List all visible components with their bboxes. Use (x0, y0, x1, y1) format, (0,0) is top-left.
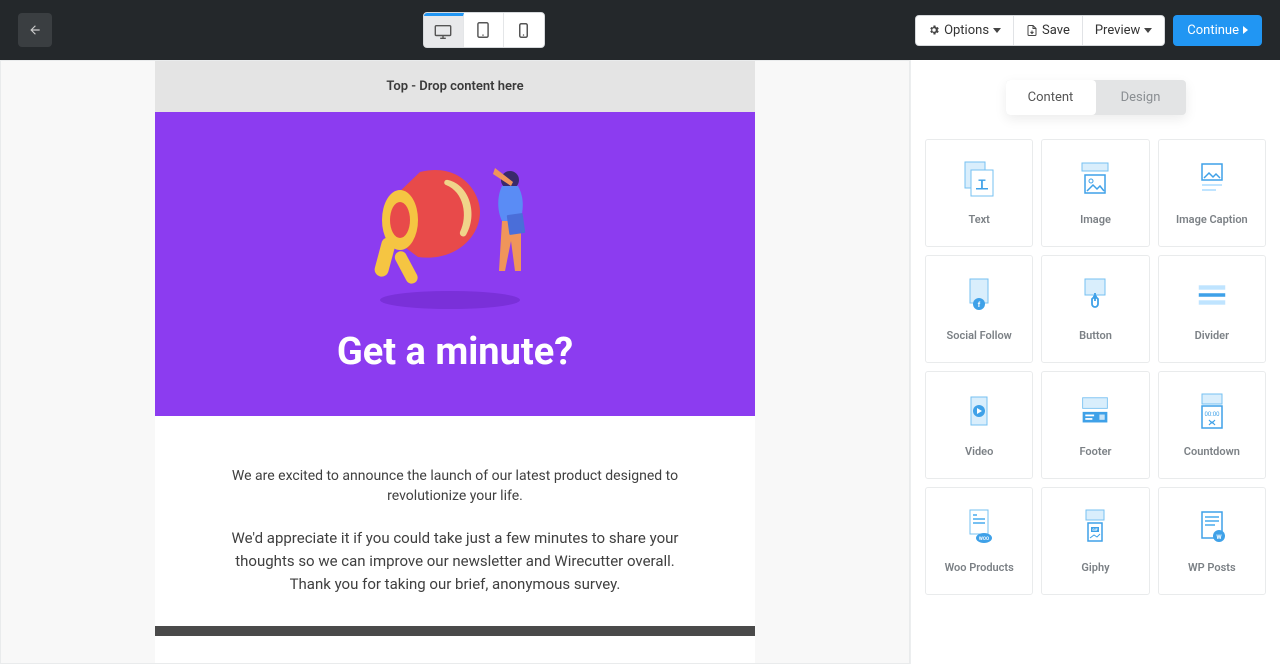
save-button[interactable]: Save (1014, 16, 1083, 45)
device-desktop-button[interactable] (424, 13, 464, 47)
tab-design[interactable]: Design (1096, 80, 1186, 115)
chevron-right-icon (1243, 26, 1248, 34)
survey-paragraph: We'd appreciate it if you could take jus… (225, 527, 685, 597)
back-button[interactable] (18, 13, 52, 47)
block-label: Divider (1195, 329, 1229, 342)
block-countdown[interactable]: 00:00 Countdown (1158, 371, 1266, 479)
toolbar-btn-group: Options Save Preview (915, 15, 1165, 46)
hero-title: Get a minute? (175, 330, 735, 374)
block-label: Social Follow (947, 329, 1012, 342)
svg-text:GIF: GIF (1093, 528, 1098, 532)
block-image-caption[interactable]: Image Caption (1158, 139, 1266, 247)
arrow-left-icon (28, 23, 42, 37)
block-social-follow[interactable]: f Social Follow (925, 255, 1033, 363)
megaphone-illustration (350, 142, 560, 312)
block-label: Image Caption (1176, 213, 1248, 226)
device-tablet-button[interactable] (464, 13, 504, 47)
block-grid: T Text Image Image Caption f (925, 139, 1266, 595)
button-block-icon (1080, 277, 1110, 313)
block-text[interactable]: T Text (925, 139, 1033, 247)
chevron-down-icon (993, 28, 1001, 33)
continue-label: Continue (1187, 23, 1239, 38)
svg-text:W: W (1216, 534, 1222, 541)
block-label: Countdown (1184, 445, 1240, 458)
mobile-icon (519, 23, 528, 38)
preview-button[interactable]: Preview (1083, 16, 1164, 45)
preview-label: Preview (1095, 23, 1140, 38)
tablet-icon (477, 22, 489, 38)
intro-paragraph: We are excited to announce the launch of… (225, 466, 685, 507)
giphy-icon: GIF (1080, 509, 1110, 545)
social-follow-icon: f (964, 277, 994, 313)
block-image[interactable]: Image (1041, 139, 1149, 247)
svg-text:WOO: WOO (979, 536, 989, 542)
block-label: Footer (1080, 445, 1112, 458)
wp-posts-icon: W (1197, 509, 1227, 545)
save-icon (1026, 24, 1038, 37)
options-label: Options (944, 23, 989, 38)
device-mobile-button[interactable] (504, 13, 544, 47)
footer-block[interactable] (155, 626, 755, 636)
tab-content[interactable]: Content (1006, 80, 1096, 115)
footer-icon (1080, 393, 1110, 429)
image-caption-icon (1197, 161, 1227, 197)
video-icon (964, 393, 994, 429)
block-label: Button (1079, 329, 1112, 342)
block-wp-posts[interactable]: W WP Posts (1158, 487, 1266, 595)
editor-canvas-wrap: Top - Drop content here (0, 60, 910, 664)
desktop-icon (434, 25, 452, 39)
block-label: Image (1080, 213, 1111, 226)
chevron-down-icon (1144, 28, 1152, 33)
block-video[interactable]: Video (925, 371, 1033, 479)
svg-text:00:00: 00:00 (1204, 411, 1220, 418)
text-block-icon: T (964, 161, 994, 197)
block-label: Woo Products (945, 561, 1014, 574)
save-label: Save (1042, 23, 1070, 38)
block-footer[interactable]: Footer (1041, 371, 1149, 479)
hero-block[interactable]: Get a minute? (155, 112, 755, 416)
divider-icon (1197, 277, 1227, 313)
block-label: WP Posts (1188, 561, 1236, 574)
block-giphy[interactable]: GIF Giphy (1041, 487, 1149, 595)
block-label: Giphy (1081, 561, 1109, 574)
countdown-icon: 00:00 (1197, 393, 1227, 429)
block-woo-products[interactable]: WOO Woo Products (925, 487, 1033, 595)
image-block-icon (1080, 161, 1110, 197)
block-button[interactable]: Button (1041, 255, 1149, 363)
top-dropzone[interactable]: Top - Drop content here (155, 61, 755, 112)
woo-icon: WOO (964, 509, 994, 545)
block-label: Text (968, 213, 989, 226)
sidebar-tab-switch: Content Design (1006, 80, 1186, 115)
options-button[interactable]: Options (916, 16, 1014, 45)
block-label: Video (965, 445, 993, 458)
body-text-block[interactable]: We are excited to announce the launch of… (155, 416, 755, 626)
sidebar-panel: Content Design T Text Image Image Ca (910, 60, 1280, 664)
email-canvas[interactable]: Top - Drop content here (155, 61, 755, 663)
gear-icon (928, 24, 940, 36)
device-switcher (423, 12, 545, 48)
continue-button[interactable]: Continue (1173, 15, 1262, 46)
block-divider[interactable]: Divider (1158, 255, 1266, 363)
